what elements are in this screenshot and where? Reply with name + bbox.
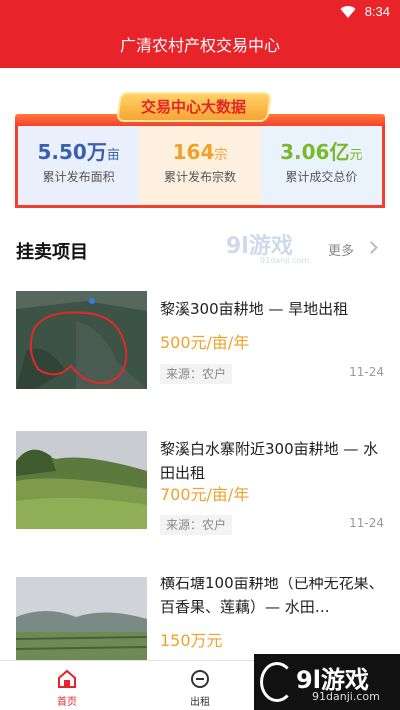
stat-area: 5.50万亩 累计发布面积 [18, 126, 140, 205]
swirl-icon [260, 662, 294, 702]
status-time: 8:34 [364, 4, 390, 19]
listing-source: 来源：农户 [160, 364, 233, 384]
tab-home[interactable]: 首页 [17, 661, 117, 710]
stat-area-value: 5.50万亩 [37, 140, 120, 164]
listings-section-title: 挂卖项目 [16, 242, 88, 263]
listing-thumbnail [16, 291, 147, 389]
tab-rent-out-label: 出租 [190, 697, 210, 708]
page-title: 广清农村产权交易中心 [119, 36, 280, 55]
app-header: 广清农村产权交易中心 [0, 24, 400, 68]
wifi-icon [340, 6, 356, 19]
listing-thumbnail [16, 577, 147, 660]
home-icon [58, 669, 76, 688]
stat-count: 164宗 累计发布宗数 [139, 126, 261, 205]
listing-price: 150万元 [160, 631, 223, 650]
stats-title: 交易中心大数据 [115, 92, 273, 122]
stats-card: 交易中心大数据 5.50万亩 累计发布面积 164宗 累计发布宗数 3.06亿元… [15, 92, 385, 208]
stat-count-value: 164宗 [172, 140, 228, 164]
chevron-right-icon[interactable] [365, 241, 378, 254]
stats-box: 5.50万亩 累计发布面积 164宗 累计发布宗数 3.06亿元 累计成交总价 [15, 126, 385, 208]
stat-total-label: 累计成交总价 [285, 170, 358, 184]
listing-item[interactable]: 黎溪300亩耕地 — 旱地出租 500元/亩/年 来源：农户 11-24 [16, 291, 386, 391]
stat-total-value: 3.06亿元 [280, 140, 363, 164]
status-bar: 8:34 [0, 0, 400, 24]
stat-count-label: 累计发布宗数 [163, 170, 236, 184]
rent-out-icon [191, 670, 209, 688]
stat-total: 3.06亿元 累计成交总价 [260, 126, 382, 205]
listing-price: 500元/亩/年 [160, 333, 250, 352]
more-link[interactable]: 更多 [328, 240, 354, 259]
tab-home-label: 首页 [57, 697, 77, 708]
listing-item[interactable]: 横石塘100亩耕地（已种无花果、百香果、莲藕）— 水田… 150万元 [16, 577, 386, 660]
listing-date: 11-24 [349, 365, 384, 379]
listing-title: 黎溪300亩耕地 — 旱地出租 [160, 300, 349, 318]
listing-source: 来源：农户 [160, 515, 233, 535]
watermark-logo: 9l游戏 91danji.com [254, 654, 400, 710]
listing-date: 11-24 [349, 516, 384, 530]
watermark-logo: 9l游戏 91danji.com [226, 234, 310, 265]
tab-rent-out[interactable]: 出租 [150, 661, 250, 710]
listing-title: 黎溪白水寨附近300亩耕地 — 水田出租 [160, 440, 379, 482]
listing-price: 700元/亩/年 [160, 485, 250, 504]
listing-title: 横石塘100亩耕地（已种无花果、百香果、莲藕）— 水田… [160, 577, 384, 616]
listing-thumbnail [16, 431, 147, 529]
listing-item[interactable]: 黎溪白水寨附近300亩耕地 — 水田出租 700元/亩/年 来源：农户 11-2… [16, 431, 386, 535]
stat-area-label: 累计发布面积 [42, 170, 115, 184]
